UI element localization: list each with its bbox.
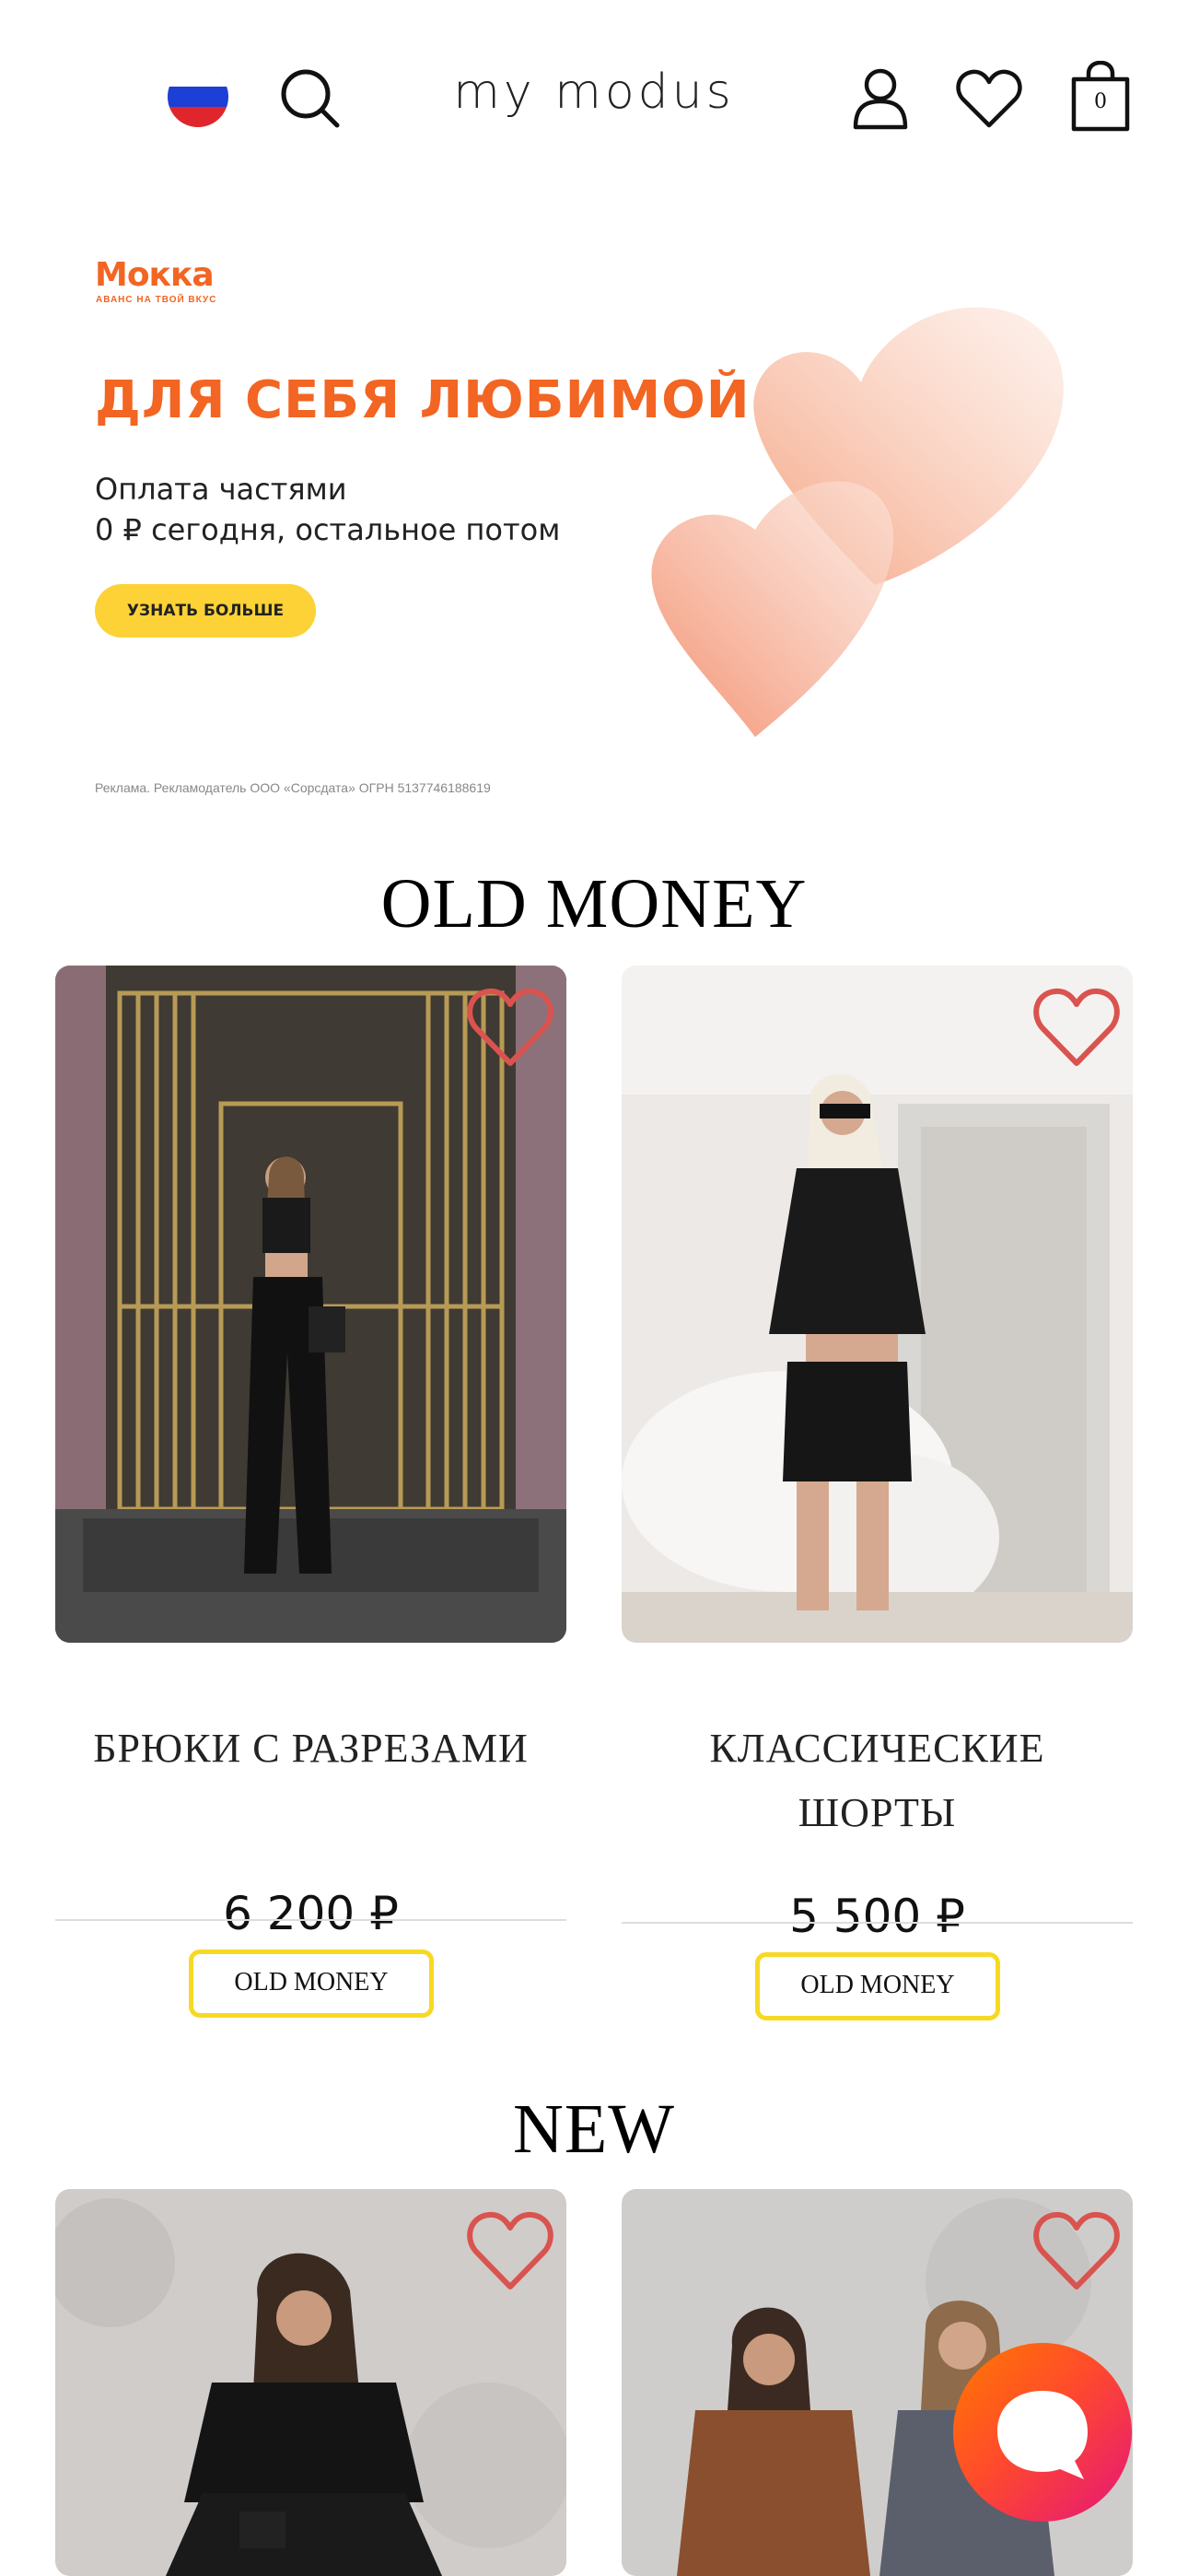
collection-tag-button[interactable]: OLD MONEY <box>755 1952 1000 2020</box>
product-name-line2[interactable]: ШОРТЫ <box>622 1781 1133 1845</box>
banner-legal-text: Реклама. Рекламодатель ООО «Сорсдата» ОГ… <box>95 780 491 795</box>
cart-count-badge: 0 <box>1094 90 1107 113</box>
product-price: 5 500 ₽ <box>789 1890 965 1943</box>
favorite-heart-icon[interactable] <box>1032 986 1121 1069</box>
heart-icon[interactable] <box>956 68 1022 129</box>
section-title-new[interactable]: NEW <box>0 2090 1188 2170</box>
favorite-heart-icon[interactable] <box>1032 2209 1121 2292</box>
divider <box>55 1919 566 1921</box>
divider <box>622 1922 1133 1924</box>
promo-banner[interactable]: Мокка АВАНС НА ТВОЙ ВКУС ДЛЯ СЕБЯ ЛЮБИМО… <box>0 212 1188 811</box>
hearts-illustration <box>651 307 1064 737</box>
banner-subtitle-1: Оплата частями <box>95 472 347 507</box>
product-name[interactable]: БРЮКИ С РАЗРЕЗАМИ <box>55 1716 566 1781</box>
header: MY MODUS 0 <box>0 0 1188 198</box>
chat-button[interactable] <box>953 2343 1132 2522</box>
site-logo[interactable]: MY MODUS <box>442 64 746 120</box>
favorite-heart-icon[interactable] <box>466 986 554 1069</box>
section-title-old-money[interactable]: OLD MONEY <box>0 864 1188 944</box>
user-icon[interactable] <box>851 66 910 131</box>
search-icon[interactable] <box>278 66 343 131</box>
chat-bubble-icon <box>997 2391 1088 2479</box>
collection-tag-button[interactable]: OLD MONEY <box>189 1950 434 2018</box>
learn-more-button[interactable]: УЗНАТЬ БОЛЬШЕ <box>95 584 316 638</box>
mokka-logo: Мокка <box>95 256 215 294</box>
favorite-heart-icon[interactable] <box>466 2209 554 2292</box>
russian-flag-icon[interactable] <box>168 66 228 127</box>
banner-subtitle-2: 0 ₽ сегодня, остальное потом <box>95 512 561 547</box>
mokka-tagline: АВАНС НА ТВОЙ ВКУС <box>96 295 217 305</box>
product-name-line1[interactable]: КЛАССИЧЕСКИЕ <box>622 1716 1133 1781</box>
product-price: 6 200 ₽ <box>223 1887 399 1940</box>
